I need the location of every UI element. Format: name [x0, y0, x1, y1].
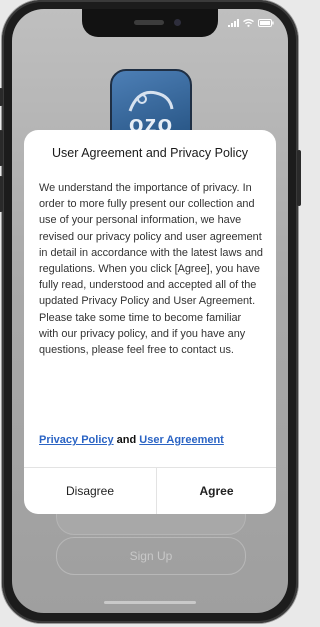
signal-icon: [228, 19, 239, 27]
phone-frame: ozo Sign Up User Agreement and Privacy P…: [0, 0, 301, 623]
user-agreement-link[interactable]: User Agreement: [139, 434, 224, 446]
policy-links: Privacy Policy and User Agreement: [39, 434, 224, 446]
signup-button[interactable]: Sign Up: [56, 537, 246, 575]
logo-swoosh-icon: [128, 90, 174, 112]
front-camera: [174, 19, 181, 26]
notch: [82, 9, 218, 37]
volume-up-button: [0, 130, 3, 166]
and-text: and: [113, 434, 140, 446]
home-indicator: [104, 601, 196, 604]
status-bar: [228, 19, 274, 27]
wifi-icon: [243, 19, 254, 27]
battery-icon: [258, 19, 274, 27]
disagree-button[interactable]: Disagree: [24, 468, 156, 514]
dialog-title: User Agreement and Privacy Policy: [52, 146, 248, 160]
dialog-body: We understand the importance of privacy.…: [39, 182, 263, 357]
power-button: [297, 150, 301, 206]
screen: ozo Sign Up User Agreement and Privacy P…: [12, 9, 288, 613]
privacy-dialog: User Agreement and Privacy Policy We und…: [24, 130, 276, 514]
agree-button[interactable]: Agree: [157, 468, 276, 514]
privacy-policy-link[interactable]: Privacy Policy: [39, 434, 114, 446]
mute-switch: [0, 88, 3, 106]
speaker: [134, 20, 164, 25]
volume-down-button: [0, 176, 3, 212]
